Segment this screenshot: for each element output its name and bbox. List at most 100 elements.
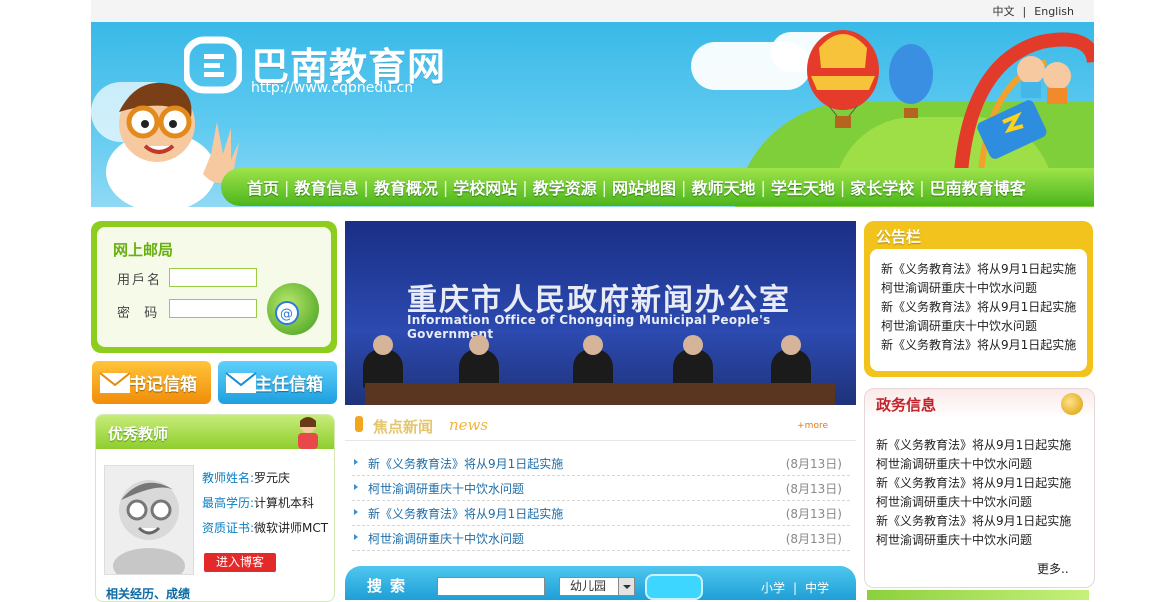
nav-item-edu-info[interactable]: 教育信息 [294,175,358,199]
teacher-experience-heading[interactable]: 相关经历、成绩 [106,585,190,601]
gov-item[interactable]: 新《义务教育法》将从9月1日起实施 [876,512,1071,529]
dropdown-arrow-icon[interactable] [618,578,634,595]
teacher-cert-value: 微软讲师MCT [254,521,329,535]
mail-globe-icon[interactable]: @ [267,283,319,335]
gov-item[interactable]: 柯世渝调研重庆十中饮水问题 [876,531,1032,548]
school-level-selected: 幼儿园 [570,579,607,593]
username-input[interactable] [169,268,257,287]
site-logo-icon [184,36,242,94]
nav-item-parents[interactable]: 家长学校 [850,175,914,199]
gov-more-link[interactable]: 更多.. [1037,560,1069,577]
list-item[interactable]: 柯世渝调研重庆十中饮水问题 (8月13日) [352,526,850,551]
news-date: (8月13日) [785,507,842,521]
gov-panel-header: 政务信息 [865,389,1094,419]
link-separator: | [793,581,798,595]
focus-news-title: 焦点新闻 [373,418,434,436]
gov-item[interactable]: 柯世渝调研重庆十中饮水问题 [876,493,1032,510]
bullet-arrow-icon [354,509,358,515]
secretary-mailbox-button[interactable]: 书记信箱 [92,361,211,404]
primary-school-link[interactable]: 小学 [761,581,785,595]
nav-separator: | [601,177,608,197]
teacher-edu-value: 计算机本科 [254,496,315,510]
focus-news-title-en: news [449,416,489,434]
news-link[interactable]: 新《义务教育法》将从9月1日起实施 [368,505,563,522]
news-link[interactable]: 柯世渝调研重庆十中饮水问题 [368,480,524,497]
teacher-panel-header: 优秀教师 [96,415,334,449]
search-input[interactable] [437,577,545,596]
teacher-cert-row: 资质证书:微软讲师MCT [202,519,328,536]
list-item[interactable]: 新《义务教育法》将从9月1日起实施 (8月13日) [352,451,850,476]
password-input[interactable] [169,299,257,318]
director-mailbox-button[interactable]: 主任信箱 [218,361,337,404]
teacher-figure-icon [298,417,318,449]
school-level-select[interactable]: 幼儿园 [559,577,635,596]
lang-separator: | [1022,5,1027,18]
nav-item-school-sites[interactable]: 学校网站 [453,175,517,199]
password-label: 密 码 [117,306,160,321]
notice-item[interactable]: 柯世渝调研重庆十中饮水问题 [881,279,1037,296]
envelope-icon [225,372,257,393]
excellent-teacher-panel: 优秀教师 教师姓名:罗元庆 最高学历:计算机本科 资质证书:微软讲师MCT 进入… [95,414,335,602]
nav-separator: | [839,177,846,197]
gov-item[interactable]: 新《义务教育法》将从9月1日起实施 [876,436,1071,453]
nav-item-edu-overview[interactable]: 教育概况 [374,175,438,199]
nav-separator: | [760,177,766,197]
nav-separator: | [284,177,290,197]
nav-item-sitemap[interactable]: 网站地图 [612,175,676,199]
teacher-panel-title: 优秀教师 [108,425,169,443]
notice-item[interactable]: 新《义务教育法》将从9月1日起实施 [881,336,1076,353]
medal-icon [1061,393,1083,415]
nav-item-students[interactable]: 学生天地 [771,175,835,199]
secretary-mailbox-label: 书记信箱 [129,375,197,395]
search-bar: 搜索 幼儿园 小学 | 中学 [345,566,856,600]
notice-item[interactable]: 柯世渝调研重庆十中饮水问题 [881,317,1037,334]
teacher-avatar-icon [104,465,194,584]
enter-blog-button[interactable]: 进入博客 [204,553,276,572]
middle-school-link[interactable]: 中学 [805,581,829,595]
lang-zh-link[interactable]: 中文 [993,5,1015,18]
gov-item[interactable]: 柯世渝调研重庆十中饮水问题 [876,455,1032,472]
username-label: 用戶名 [117,273,163,288]
teacher-edu-key: 最高学历: [202,496,255,510]
bullet-arrow-icon [354,459,358,465]
teacher-name-value: 罗元庆 [254,471,291,485]
nav-item-blog[interactable]: 巴南教育博客 [930,175,1026,199]
gov-item[interactable]: 新《义务教育法》将从9月1日起实施 [876,474,1071,491]
nav-separator: | [442,177,449,197]
nav-item-resources[interactable]: 教学资源 [533,175,597,199]
svg-text:@: @ [280,307,293,322]
nav-item-teachers[interactable]: 教师天地 [691,175,755,199]
roller-coaster-icon [954,32,1094,172]
teacher-name-row: 教师姓名:罗元庆 [202,469,290,486]
list-item[interactable]: 新《义务教育法》将从9月1日起实施 (8月13日) [352,501,850,526]
news-list: 新《义务教育法》将从9月1日起实施 (8月13日) 柯世渝调研重庆十中饮水问题 (8… [352,451,850,551]
bottom-banner-strip [867,590,1089,600]
nav-item-home[interactable]: 首页 [247,175,279,199]
teacher-edu-row: 最高学历:计算机本科 [202,494,314,511]
nav-separator: | [919,177,925,197]
teacher-name-key: 教师姓名: [202,471,255,485]
envelope-icon [99,372,131,393]
news-link[interactable]: 柯世渝调研重庆十中饮水问题 [368,530,524,547]
notice-item[interactable]: 新《义务教育法》将从9月1日起实施 [881,260,1076,277]
notice-item[interactable]: 新《义务教育法》将从9月1日起实施 [881,298,1076,315]
lang-en-link[interactable]: English [1034,5,1074,18]
government-info-panel: 政务信息 新《义务教育法》将从9月1日起实施 柯世渝调研重庆十中饮水问题 新《义… [864,388,1095,588]
list-item[interactable]: 柯世渝调研重庆十中饮水问题 (8月13日) [352,476,850,501]
news-link[interactable]: 新《义务教育法》将从9月1日起实施 [368,455,563,472]
news-date: (8月13日) [785,482,842,496]
site-banner: 巴南教育网 http://www.cqbnedu.cn 首页 | 教育信息 | 教育… [91,22,1094,207]
mailbox-title: 网上邮局 [113,241,174,259]
mailbox-inner: 网上邮局 用戶名 密 码 @ [97,227,331,347]
search-button[interactable] [645,574,703,600]
news-more-link[interactable]: +more [797,421,828,431]
news-photo[interactable]: 重庆市人民政府新闻办公室 Information Office of Chong… [345,221,856,405]
bullet-arrow-icon [354,484,358,490]
notice-list: 新《义务教育法》将从9月1日起实施 柯世渝调研重庆十中饮水问题 新《义务教育法》… [870,249,1087,371]
main-nav: 首页 | 教育信息 | 教育概况 | 学校网站 | 教学资源 | 网站地图 | 教师天地 | … [221,168,1094,206]
web-mailbox-panel: 网上邮局 用戶名 密 码 @ [91,221,337,353]
director-mailbox-label: 主任信箱 [255,375,323,395]
top-bar: 中文 | English [91,0,1094,23]
hot-air-balloon-icon [807,30,933,128]
nav-separator: | [522,177,528,197]
